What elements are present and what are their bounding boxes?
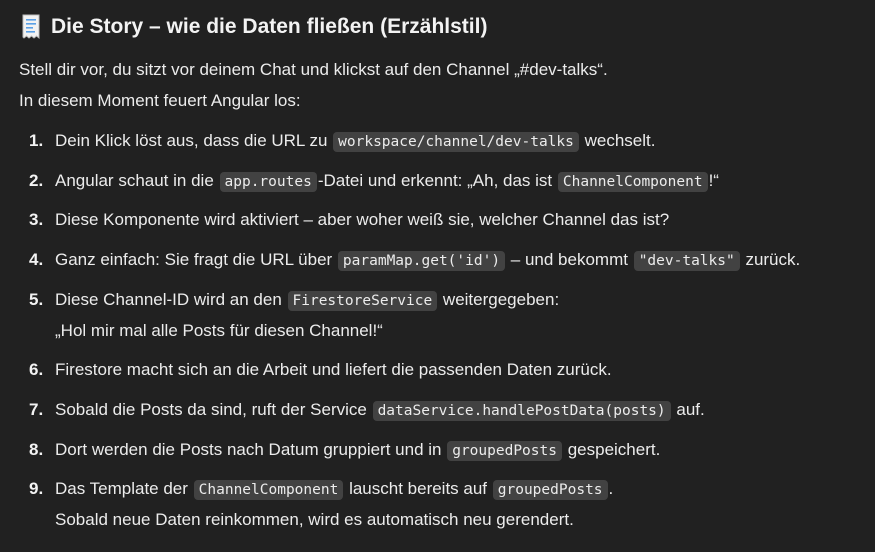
intro-line-1: Stell dir vor, du sitzt vor deinem Chat … [19, 60, 608, 79]
step-text-line-2: Sobald neue Daten reinkommen, wird es au… [55, 510, 574, 529]
step-text: Diese Komponente wird aktiviert – aber w… [55, 210, 670, 229]
step-text: Firestore macht sich an die Arbeit und l… [55, 360, 612, 379]
inline-code: groupedPosts [492, 480, 608, 500]
inline-code: dataService.handlePostData(posts) [372, 401, 671, 421]
receipt-icon [22, 14, 40, 40]
step-number: 2. [29, 171, 44, 190]
step-number: 8. [29, 440, 44, 459]
step-number: 5. [29, 290, 44, 309]
inline-code: "dev-talks" [633, 251, 740, 271]
inline-code: ChannelComponent [557, 172, 708, 192]
step-text: Dort werden die Posts nach Datum gruppie… [55, 440, 661, 461]
step-number: 3. [29, 210, 44, 229]
inline-code: FirestoreService [287, 291, 438, 311]
step-text: Das Template der ChannelComponent lausch… [55, 479, 614, 500]
step-text: Dein Klick löst aus, dass die URL zu wor… [55, 131, 656, 152]
inline-code: ChannelComponent [193, 480, 344, 500]
inline-code: paramMap.get('id') [337, 251, 506, 271]
story-document: Die Story – wie die Daten fließen (Erzäh… [0, 0, 875, 552]
inline-code: groupedPosts [447, 441, 562, 461]
step-text: Angular schaut in die app.routes -Datei u… [55, 171, 719, 192]
step-text: Sobald die Posts da sind, ruft der Servi… [55, 400, 705, 421]
inline-code: workspace/channel/dev-talks [333, 132, 579, 152]
inline-code: app.routes [219, 172, 317, 192]
intro-line-2: In diesem Moment feuert Angular los: [19, 91, 301, 110]
step-number: 7. [29, 400, 44, 419]
step-text-line-2: „Hol mir mal alle Posts für diesen Chann… [55, 321, 383, 340]
step-text: Ganz einfach: Sie fragt die URL über par… [55, 250, 801, 271]
step-number: 1. [29, 131, 44, 150]
section-heading: Die Story – wie die Daten fließen (Erzäh… [19, 14, 487, 40]
section-title: Die Story – wie die Daten fließen (Erzäh… [51, 15, 488, 38]
step-number: 6. [29, 360, 44, 379]
step-number: 9. [29, 479, 44, 498]
step-number: 4. [29, 250, 44, 269]
step-text: Diese Channel-ID wird an den FirestoreSe… [55, 290, 560, 311]
